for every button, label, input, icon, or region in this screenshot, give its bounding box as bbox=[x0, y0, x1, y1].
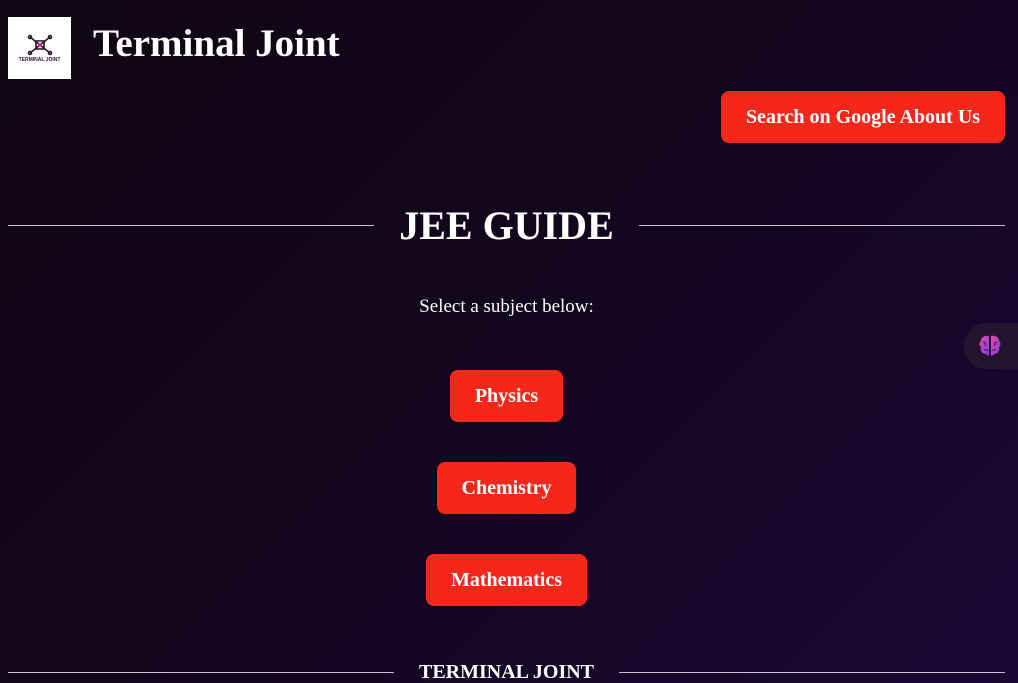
logo-text: TERMINAL JOINT bbox=[18, 56, 61, 63]
mathematics-button[interactable]: Mathematics bbox=[426, 554, 587, 606]
logo-emblem-icon bbox=[27, 34, 52, 55]
search-google-about-us-button[interactable]: Search on Google About Us bbox=[721, 91, 1005, 143]
page-title: JEE GUIDE bbox=[399, 203, 614, 248]
site-title: Terminal Joint bbox=[93, 22, 340, 65]
footer-brand: TERMINAL JOINT bbox=[418, 661, 595, 683]
title-divider-left bbox=[8, 225, 374, 226]
site-logo[interactable]: TERMINAL JOINT bbox=[8, 17, 71, 79]
title-divider-right bbox=[639, 225, 1005, 226]
subject-prompt: Select a subject below: bbox=[419, 296, 594, 317]
footer-divider-left bbox=[8, 672, 394, 673]
brain-icon bbox=[979, 335, 1001, 356]
chemistry-button[interactable]: Chemistry bbox=[437, 462, 576, 514]
assistant-launcher[interactable] bbox=[964, 323, 1018, 369]
physics-button[interactable]: Physics bbox=[450, 370, 563, 422]
footer-divider-right bbox=[619, 672, 1005, 673]
